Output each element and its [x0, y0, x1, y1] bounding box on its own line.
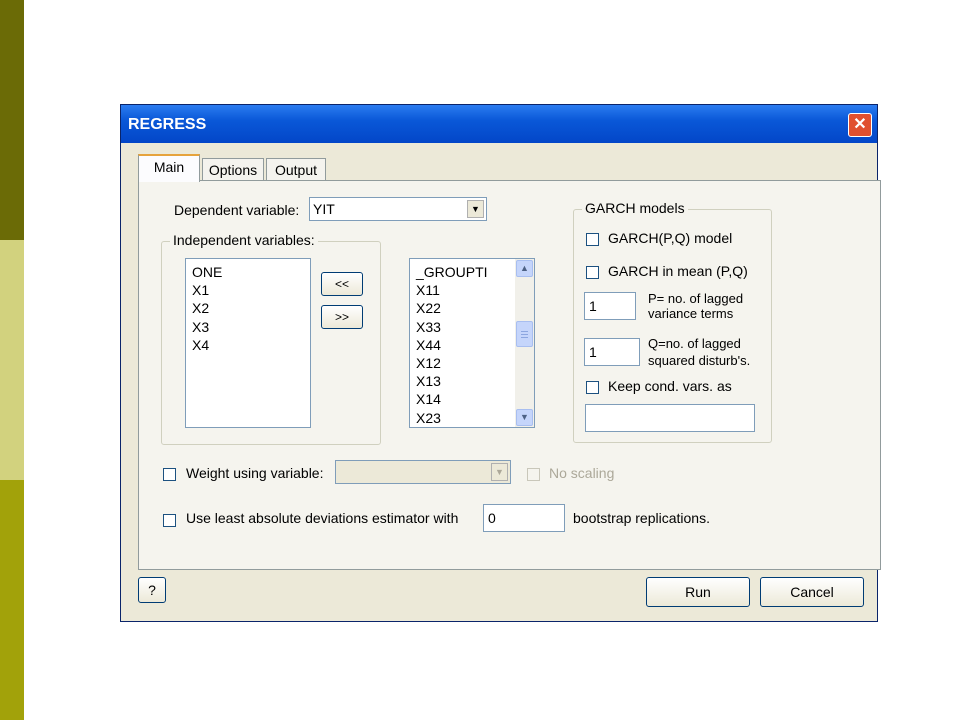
garch-in-mean-label: GARCH in mean (P,Q) — [608, 263, 748, 279]
list-item[interactable]: X13 — [416, 372, 488, 390]
tab-options-label: Options — [208, 162, 258, 178]
garch-pq-model-label: GARCH(P,Q) model — [608, 230, 733, 246]
list-item[interactable]: X2 — [192, 299, 222, 317]
help-button-label: ? — [148, 582, 156, 598]
lad-label: Use least absolute deviations estimator … — [186, 510, 459, 526]
available-variables-list[interactable]: _GROUPTI X11 X22 X33 X44 X12 X13 X14 X23… — [409, 258, 535, 428]
close-icon: ✕ — [853, 116, 867, 133]
tab-main[interactable]: Main — [138, 154, 200, 182]
keep-cond-vars-checkbox[interactable] — [586, 381, 599, 394]
list-item[interactable]: X14 — [416, 390, 488, 408]
q-lag-label-line2: squared disturb's. — [648, 353, 751, 368]
bootstrap-replications-input[interactable]: 0 — [483, 504, 565, 532]
scroll-down-icon[interactable]: ▼ — [516, 409, 533, 426]
run-button[interactable]: Run — [646, 577, 750, 607]
weight-variable-select: ▼ — [335, 460, 511, 484]
remove-variable-button[interactable]: >> — [321, 305, 363, 329]
tab-output[interactable]: Output — [266, 158, 326, 182]
dependent-variable-value: YIT — [313, 201, 335, 217]
p-lag-input[interactable]: 1 — [584, 292, 636, 320]
p-lag-value: 1 — [589, 298, 597, 314]
regress-dialog: REGRESS ✕ Main Options Output Dependent … — [120, 104, 881, 622]
tab-output-label: Output — [274, 162, 318, 178]
weight-checkbox[interactable] — [163, 468, 176, 481]
list-item[interactable]: X4 — [192, 336, 222, 354]
list-item[interactable]: X11 — [416, 281, 488, 299]
q-lag-value: 1 — [589, 344, 597, 360]
list-item[interactable]: X33 — [416, 318, 488, 336]
dependent-variable-label: Dependent variable: — [174, 202, 300, 218]
weight-label: Weight using variable: — [186, 465, 324, 481]
list-item[interactable]: X44 — [416, 336, 488, 354]
tab-options[interactable]: Options — [202, 158, 264, 182]
list-item[interactable]: _GROUPTI — [416, 263, 488, 281]
keep-cond-vars-label: Keep cond. vars. as — [608, 378, 732, 394]
add-variable-button[interactable]: << — [321, 272, 363, 296]
no-scaling-checkbox — [527, 468, 540, 481]
list-item[interactable]: X22 — [416, 299, 488, 317]
run-button-label: Run — [685, 584, 711, 600]
cancel-button-label: Cancel — [790, 584, 834, 600]
bootstrap-replications-value: 0 — [488, 510, 496, 526]
dialog-title: REGRESS — [128, 116, 207, 133]
dependent-variable-select[interactable]: YIT ▼ — [309, 197, 487, 221]
slide-accent-bar-mid — [0, 480, 24, 720]
p-lag-label-line2: variance terms — [648, 306, 734, 321]
close-button[interactable]: ✕ — [848, 113, 872, 137]
p-lag-label-line1: P= no. of lagged — [648, 291, 744, 306]
chevron-down-icon[interactable]: ▼ — [467, 200, 484, 218]
independent-variables-label: Independent variables: — [170, 232, 318, 248]
slide-accent-bar-light — [0, 240, 24, 480]
list-item[interactable]: X23 — [416, 409, 488, 427]
list-item[interactable]: X12 — [416, 354, 488, 372]
scroll-up-icon[interactable]: ▲ — [516, 260, 533, 277]
no-scaling-label: No scaling — [549, 465, 615, 481]
q-lag-label-line1: Q=no. of lagged — [648, 336, 741, 351]
tab-main-label: Main — [153, 159, 185, 175]
add-variable-button-label: << — [334, 277, 349, 291]
title-bar[interactable]: REGRESS ✕ — [121, 105, 877, 143]
garch-models-label: GARCH models — [582, 200, 688, 216]
main-tab-panel: Dependent variable: YIT ▼ Independent va… — [138, 180, 881, 570]
help-button[interactable]: ? — [138, 577, 166, 603]
scrollbar-thumb[interactable] — [516, 321, 533, 347]
q-lag-input[interactable]: 1 — [584, 338, 640, 366]
chevron-down-icon: ▼ — [491, 463, 508, 481]
keep-cond-vars-input[interactable] — [585, 404, 755, 432]
list-item[interactable]: ONE — [192, 263, 222, 281]
cancel-button[interactable]: Cancel — [760, 577, 864, 607]
garch-pq-model-checkbox[interactable] — [586, 233, 599, 246]
garch-in-mean-checkbox[interactable] — [586, 266, 599, 279]
slide-accent-bar-dark — [0, 0, 24, 240]
remove-variable-button-label: >> — [334, 310, 349, 324]
selected-variables-list[interactable]: ONE X1 X2 X3 X4 — [185, 258, 311, 428]
available-variables-scrollbar[interactable]: ▲ ▼ — [515, 259, 534, 427]
list-item[interactable]: X3 — [192, 318, 222, 336]
bootstrap-label: bootstrap replications. — [573, 510, 710, 526]
lad-checkbox[interactable] — [163, 514, 176, 527]
list-item[interactable]: X1 — [192, 281, 222, 299]
